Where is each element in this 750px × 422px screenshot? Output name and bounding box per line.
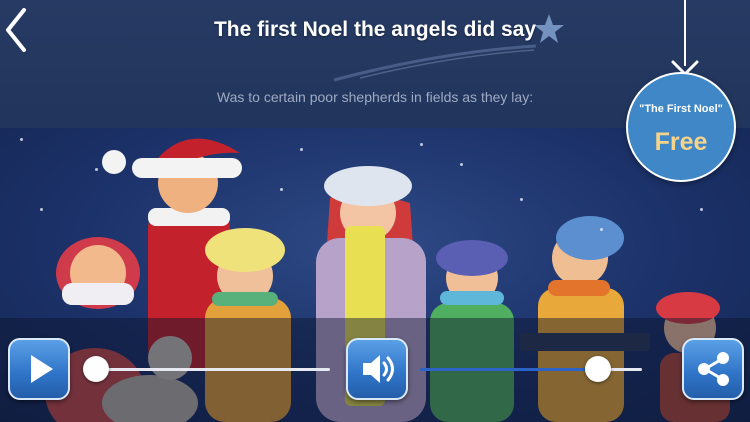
play-icon xyxy=(31,355,53,383)
progress-thumb[interactable] xyxy=(82,356,109,382)
player-controls xyxy=(0,318,750,422)
progress-track[interactable] xyxy=(86,368,330,371)
speaker-icon xyxy=(363,355,394,383)
shooting-star-trail xyxy=(333,44,537,82)
volume-fill xyxy=(420,368,598,371)
share-button[interactable] xyxy=(682,338,744,400)
share-icon xyxy=(698,352,729,386)
play-button[interactable] xyxy=(8,338,70,400)
badge-price: Free xyxy=(654,128,708,156)
lyric-title: The first Noel the angels did say xyxy=(213,18,537,41)
free-badge[interactable]: "The First Noel" Free xyxy=(626,72,736,182)
volume-thumb[interactable] xyxy=(584,356,611,382)
volume-button[interactable] xyxy=(346,338,408,400)
badge-title: "The First Noel" xyxy=(639,103,723,115)
